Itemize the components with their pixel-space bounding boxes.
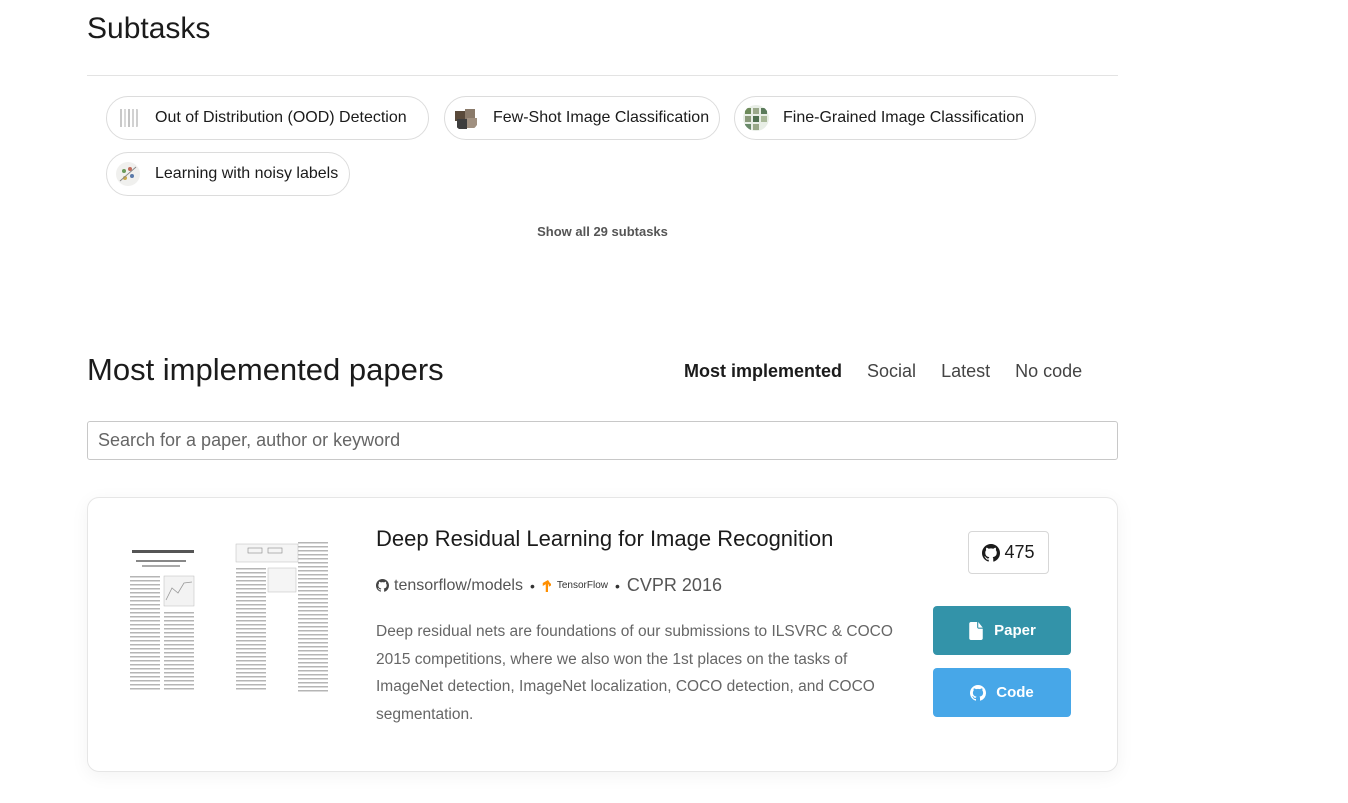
tab-social[interactable]: Social bbox=[867, 361, 916, 382]
paper-meta: tensorflow/models • TensorFlow • CVPR 20… bbox=[376, 575, 722, 596]
sort-tabs: Most implemented Social Latest No code bbox=[684, 361, 1107, 382]
few-shot-thumbnail-icon bbox=[453, 105, 479, 131]
github-stars-badge[interactable]: 475 bbox=[968, 531, 1049, 574]
subtask-chip-label: Fine-Grained Image Classification bbox=[783, 109, 1024, 126]
github-icon bbox=[970, 684, 987, 701]
framework-label: TensorFlow bbox=[556, 580, 608, 591]
fine-grained-thumbnail-icon bbox=[743, 105, 769, 131]
subtasks-heading: Subtasks bbox=[87, 12, 211, 45]
paper-thumbnail[interactable] bbox=[128, 538, 333, 703]
paper-title-link[interactable]: Deep Residual Learning for Image Recogni… bbox=[376, 526, 833, 552]
subtask-chip-ood-detection[interactable]: Out of Distribution (OOD) Detection bbox=[106, 96, 429, 140]
noisy-labels-thumbnail-icon bbox=[115, 161, 141, 187]
tab-latest[interactable]: Latest bbox=[941, 361, 990, 382]
paper-button[interactable]: Paper bbox=[933, 606, 1071, 655]
show-all-subtasks-link[interactable]: Show all 29 subtasks bbox=[0, 224, 1205, 239]
section-divider bbox=[87, 75, 1118, 76]
conference-label: CVPR 2016 bbox=[626, 575, 722, 595]
tab-no-code[interactable]: No code bbox=[1015, 361, 1082, 382]
tab-most-implemented[interactable]: Most implemented bbox=[684, 361, 842, 382]
meta-separator: • bbox=[529, 577, 535, 594]
subtask-chip-noisy-labels[interactable]: Learning with noisy labels bbox=[106, 152, 350, 196]
tensorflow-icon bbox=[542, 579, 551, 592]
paper-search-input[interactable] bbox=[87, 421, 1118, 460]
code-button[interactable]: Code bbox=[933, 668, 1071, 717]
subtask-chip-label: Out of Distribution (OOD) Detection bbox=[155, 109, 407, 126]
file-icon bbox=[969, 621, 983, 640]
meta-separator: • bbox=[615, 577, 620, 594]
stars-count: 475 bbox=[1004, 542, 1035, 562]
subtask-chip-label: Few-Shot Image Classification bbox=[493, 109, 710, 126]
paper-card: Deep Residual Learning for Image Recogni… bbox=[87, 497, 1118, 772]
github-icon bbox=[376, 579, 389, 592]
papers-heading: Most implemented papers bbox=[87, 352, 444, 387]
ood-detection-thumbnail-icon bbox=[115, 105, 141, 131]
paper-button-label: Paper bbox=[994, 622, 1036, 639]
github-icon bbox=[982, 543, 1001, 562]
framework-badge: TensorFlow bbox=[542, 579, 608, 592]
paper-abstract: Deep residual nets are foundations of ou… bbox=[376, 623, 893, 723]
subtask-chip-fine-grained[interactable]: Fine-Grained Image Classification bbox=[734, 96, 1036, 140]
code-button-label: Code bbox=[996, 684, 1034, 701]
repo-link[interactable]: tensorflow/models bbox=[394, 577, 523, 595]
subtask-chip-label: Learning with noisy labels bbox=[155, 165, 339, 182]
subtask-chip-few-shot[interactable]: Few-Shot Image Classification bbox=[444, 96, 720, 140]
